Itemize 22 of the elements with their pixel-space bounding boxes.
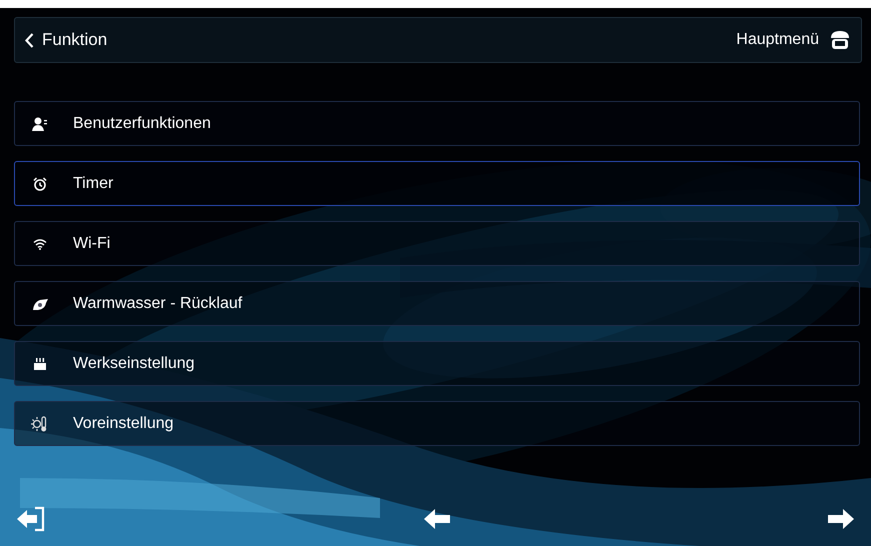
pump-icon <box>31 298 49 310</box>
sun-thermometer-icon <box>31 416 49 432</box>
exit-button[interactable] <box>16 506 46 532</box>
arrow-left-icon <box>422 508 450 530</box>
main-menu-button[interactable]: Hauptmenü <box>736 30 851 50</box>
arrow-right-icon <box>827 508 855 530</box>
cake-icon <box>33 357 47 370</box>
menu-item[interactable]: Benutzerfunktionen <box>14 101 860 146</box>
wifi-icon <box>33 238 47 250</box>
menu-item[interactable]: Timer <box>14 161 860 206</box>
menu-item[interactable]: Warmwasser - Rücklauf <box>14 281 860 326</box>
alarm-clock-icon <box>33 176 47 190</box>
home-icon <box>829 30 851 50</box>
back-button[interactable]: Funktion <box>25 30 108 50</box>
user-icon <box>32 116 48 130</box>
exit-icon <box>16 506 46 532</box>
next-button[interactable] <box>827 508 855 530</box>
menu-item[interactable]: Werkseinstellung <box>14 341 860 386</box>
previous-button[interactable] <box>422 508 450 530</box>
chevron-left-icon <box>25 32 34 48</box>
menu-item[interactable]: Wi-Fi <box>14 221 860 266</box>
menu-item[interactable]: Voreinstellung <box>14 401 860 446</box>
